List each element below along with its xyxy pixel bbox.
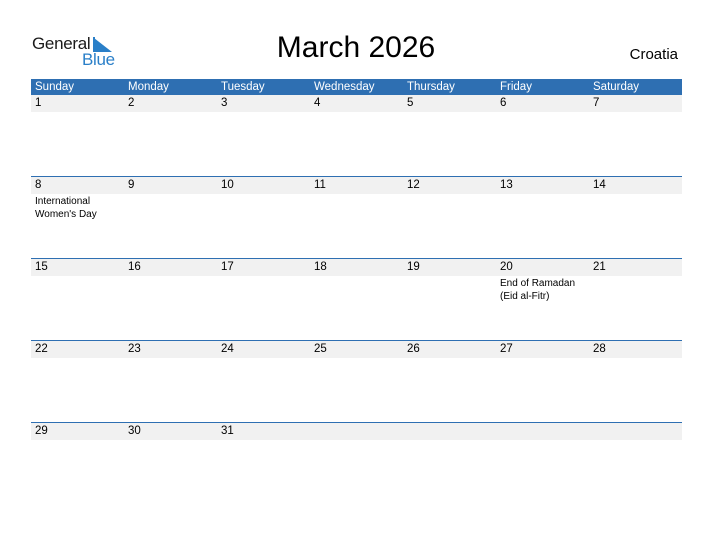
day-event bbox=[124, 112, 217, 113]
week-row: 8 9 10 11 12 13 14 International Women's Day bbox=[31, 176, 682, 258]
day-event bbox=[496, 194, 589, 221]
day-event bbox=[217, 276, 310, 303]
day-number: 25 bbox=[314, 343, 327, 355]
day-number: 26 bbox=[407, 343, 420, 355]
day-event bbox=[496, 112, 589, 113]
day-event bbox=[310, 440, 403, 441]
country-label: Croatia bbox=[629, 46, 678, 63]
day-event bbox=[403, 276, 496, 303]
event-row bbox=[31, 112, 682, 113]
date-band: 15 16 17 18 19 20 21 bbox=[31, 259, 682, 276]
day-event bbox=[31, 358, 124, 359]
day-event bbox=[217, 358, 310, 359]
date-band: 22 23 24 25 26 27 28 bbox=[31, 341, 682, 358]
day-number: 17 bbox=[221, 261, 234, 273]
weeks-container: 1 2 3 4 5 6 7 8 9 10 11 12 13 14 International Women's… bbox=[31, 95, 682, 504]
week-row: 29 30 31 bbox=[31, 422, 682, 504]
day-event bbox=[310, 358, 403, 359]
day-number: 14 bbox=[593, 179, 606, 191]
day-number bbox=[589, 423, 682, 440]
day-event bbox=[217, 194, 310, 221]
weekday-monday: Monday bbox=[128, 81, 169, 93]
day-event bbox=[589, 440, 682, 441]
day-number: 29 bbox=[35, 425, 48, 437]
day-event bbox=[31, 440, 124, 441]
weekday-saturday: Saturday bbox=[593, 81, 640, 93]
day-event bbox=[310, 194, 403, 221]
page-title: March 2026 bbox=[276, 31, 436, 64]
day-number: 2 bbox=[128, 97, 135, 109]
event-row: International Women's Day bbox=[31, 194, 682, 221]
day-event bbox=[124, 194, 217, 221]
day-event bbox=[496, 440, 589, 441]
day-number: 5 bbox=[407, 97, 414, 109]
day-event bbox=[589, 112, 682, 113]
day-number bbox=[496, 423, 589, 440]
calendar-grid: Sunday Monday Tuesday Wednesday Thursday… bbox=[31, 79, 682, 504]
day-number: 18 bbox=[314, 261, 327, 273]
day-number: 15 bbox=[35, 261, 48, 273]
day-event bbox=[217, 112, 310, 113]
week-row: 1 2 3 4 5 6 7 bbox=[31, 95, 682, 176]
day-number bbox=[310, 423, 403, 440]
day-event bbox=[589, 276, 682, 303]
day-number: 1 bbox=[35, 97, 42, 109]
day-number: 24 bbox=[221, 343, 234, 355]
day-number: 11 bbox=[314, 179, 326, 191]
day-event bbox=[124, 358, 217, 359]
day-event bbox=[310, 276, 403, 303]
day-event bbox=[496, 358, 589, 359]
day-event bbox=[403, 440, 496, 441]
day-event bbox=[403, 112, 496, 113]
day-event: International Women's Day bbox=[35, 196, 97, 220]
week-row: 15 16 17 18 19 20 21 End of Ramadan (Eid al-Fit… bbox=[31, 258, 682, 340]
day-number: 30 bbox=[128, 425, 141, 437]
day-event bbox=[403, 194, 496, 221]
event-row bbox=[31, 358, 682, 359]
day-number: 8 bbox=[35, 179, 42, 191]
day-number: 20 bbox=[500, 261, 513, 273]
day-number: 28 bbox=[593, 343, 606, 355]
event-row: End of Ramadan (Eid al-Fitr) bbox=[31, 276, 682, 303]
day-number: 10 bbox=[221, 179, 234, 191]
event-row bbox=[31, 440, 682, 441]
day-number: 7 bbox=[593, 97, 600, 109]
day-event bbox=[124, 276, 217, 303]
day-number: 6 bbox=[500, 97, 507, 109]
day-event bbox=[124, 440, 217, 441]
day-number: 22 bbox=[35, 343, 48, 355]
date-band: 8 9 10 11 12 13 14 bbox=[31, 177, 682, 194]
weekday-friday: Friday bbox=[500, 81, 532, 93]
day-number: 23 bbox=[128, 343, 141, 355]
weekday-tuesday: Tuesday bbox=[221, 81, 265, 93]
weekday-sunday: Sunday bbox=[35, 81, 75, 93]
day-event bbox=[403, 358, 496, 359]
day-event: End of Ramadan (Eid al-Fitr) bbox=[500, 278, 576, 302]
day-event bbox=[310, 112, 403, 113]
day-number: 9 bbox=[128, 179, 135, 191]
weekday-thursday: Thursday bbox=[407, 81, 455, 93]
day-number: 21 bbox=[593, 261, 606, 273]
day-event bbox=[31, 276, 124, 303]
date-band: 29 30 31 bbox=[31, 423, 682, 440]
day-number: 12 bbox=[407, 179, 420, 191]
day-event bbox=[589, 194, 682, 221]
day-number: 19 bbox=[407, 261, 420, 273]
week-row: 22 23 24 25 26 27 28 bbox=[31, 340, 682, 422]
day-number bbox=[403, 423, 496, 440]
day-number: 13 bbox=[500, 179, 513, 191]
day-event bbox=[589, 358, 682, 359]
date-band: 1 2 3 4 5 6 7 bbox=[31, 95, 682, 112]
day-number: 27 bbox=[500, 343, 513, 355]
day-number: 31 bbox=[221, 425, 234, 437]
day-number: 16 bbox=[128, 261, 141, 273]
weekday-header: Sunday Monday Tuesday Wednesday Thursday… bbox=[31, 79, 682, 95]
day-event bbox=[31, 112, 124, 113]
weekday-wednesday: Wednesday bbox=[314, 81, 375, 93]
day-number: 3 bbox=[221, 97, 228, 109]
day-number: 4 bbox=[314, 97, 321, 109]
day-event bbox=[217, 440, 310, 441]
